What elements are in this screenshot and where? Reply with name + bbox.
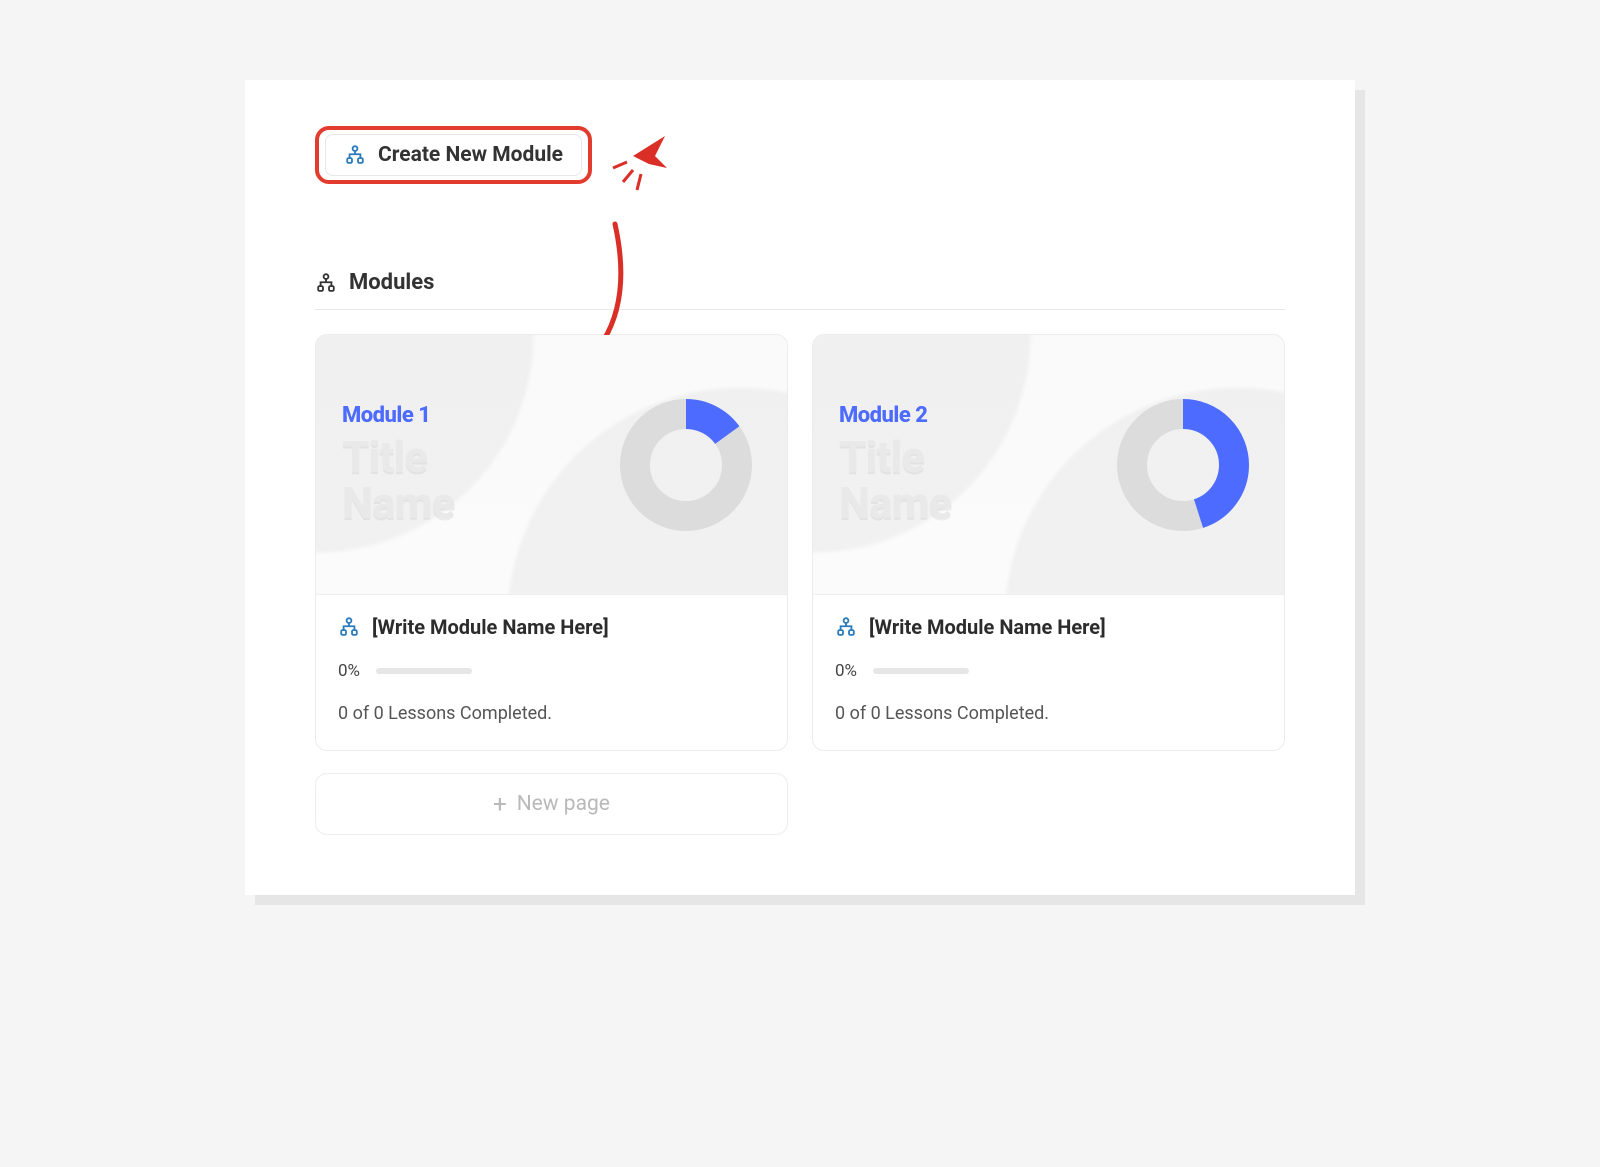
module-card-grid: Module 1 Title Name — [315, 334, 1285, 751]
module-cover-title: Title Name — [342, 434, 454, 526]
create-module-label: Create New Module — [378, 143, 563, 167]
module-progress-text: 0% — [338, 661, 360, 681]
progress-bar — [873, 668, 969, 674]
new-page-label: New page — [517, 792, 610, 816]
module-progress-row: 0% — [338, 661, 765, 681]
module-card[interactable]: Module 2 Title Name — [812, 334, 1285, 751]
hierarchy-icon — [344, 144, 366, 166]
module-cover-text: Module 1 Title Name — [342, 403, 454, 526]
hierarchy-icon — [338, 616, 360, 638]
module-card-cover: Module 1 Title Name — [316, 335, 787, 595]
module-name: [Write Module Name Here] — [372, 615, 609, 639]
modules-section-title: Modules — [349, 270, 434, 295]
modules-panel: Create New Module Modules — [245, 80, 1355, 895]
progress-donut-icon — [611, 390, 761, 540]
create-module-button[interactable]: Create New Module — [325, 134, 582, 176]
modules-section-header: Modules — [315, 270, 1285, 310]
hierarchy-icon — [835, 616, 857, 638]
module-progress-text: 0% — [835, 661, 857, 681]
module-cover-label: Module 1 — [342, 403, 454, 428]
module-lessons-text: 0 of 0 Lessons Completed. — [338, 703, 765, 724]
module-name-row: [Write Module Name Here] — [338, 615, 765, 639]
module-cover-text: Module 2 Title Name — [839, 403, 951, 526]
module-name: [Write Module Name Here] — [869, 615, 1106, 639]
module-progress-row: 0% — [835, 661, 1262, 681]
module-card[interactable]: Module 1 Title Name — [315, 334, 788, 751]
module-name-row: [Write Module Name Here] — [835, 615, 1262, 639]
module-card-body: [Write Module Name Here] 0% 0 of 0 Lesso… — [813, 595, 1284, 750]
module-lessons-text: 0 of 0 Lessons Completed. — [835, 703, 1262, 724]
module-card-body: [Write Module Name Here] 0% 0 of 0 Lesso… — [316, 595, 787, 750]
module-cover-title: Title Name — [839, 434, 951, 526]
progress-bar — [376, 668, 472, 674]
hierarchy-icon — [315, 272, 337, 294]
module-card-cover: Module 2 Title Name — [813, 335, 1284, 595]
progress-donut-icon — [1108, 390, 1258, 540]
module-cover-label: Module 2 — [839, 403, 951, 428]
new-page-button[interactable]: + New page — [315, 773, 788, 835]
annotation-highlight-box: Create New Module — [315, 126, 592, 184]
